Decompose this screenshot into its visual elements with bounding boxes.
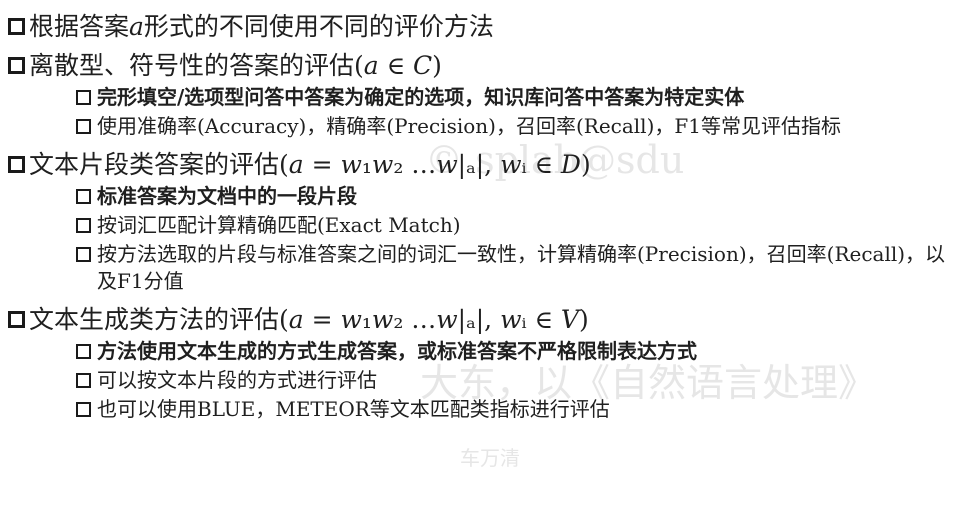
- square-bullet-icon: [8, 156, 25, 173]
- sub-bullet-token-overlap: 按方法选取的片段与标准答案之间的词汇一致性，计算精确率(Precision)，召…: [76, 241, 950, 295]
- square-bullet-icon: [76, 218, 91, 233]
- square-bullet-icon: [76, 402, 91, 417]
- bullet-text: 可以按文本片段的方式进行评估: [97, 368, 377, 392]
- sub-bullet-exact-match: 按词汇匹配计算精确匹配(Exact Match): [76, 212, 950, 239]
- square-bullet-icon: [8, 18, 25, 35]
- square-bullet-icon: [8, 57, 25, 74]
- bullet-text: 完形填空/选项型问答中答案为确定的选项，知识库问答中答案为特定实体: [97, 85, 745, 109]
- sub-bullet-span-style-evaluation: 可以按文本片段的方式进行评估: [76, 367, 950, 394]
- square-bullet-icon: [76, 373, 91, 388]
- watermark-author: 车万清: [460, 446, 520, 470]
- sub-bullet-gold-span: 标准答案为文档中的一段片段: [76, 183, 950, 210]
- sub-bullet-free-form-generation: 方法使用文本生成的方式生成答案，或标准答案不严格限制表达方式: [76, 338, 950, 365]
- square-bullet-icon: [76, 189, 91, 204]
- sub-bullet-cloze-kbqa: 完形填空/选项型问答中答案为确定的选项，知识库问答中答案为特定实体: [76, 84, 950, 111]
- bullet-text: 标准答案为文档中的一段片段: [97, 184, 357, 208]
- bullet-text: 也可以使用BLUE，METEOR等文本匹配类指标进行评估: [97, 397, 610, 421]
- square-bullet-icon: [76, 247, 91, 262]
- slide: © splab@sdu 大东，以《自然语言处理》 车万清 根据答案𝑎形式的不同使…: [0, 0, 964, 531]
- bullet-evaluation-by-answer-form: 根据答案𝑎形式的不同使用不同的评价方法: [6, 10, 950, 43]
- bullet-generation-evaluation: 文本生成类方法的评估(𝑎 = 𝑤₁𝑤₂ …𝑤|ₐ|, 𝑤ᵢ ∈ 𝑉): [6, 303, 950, 336]
- bullet-discrete-answer-evaluation: 离散型、符号性的答案的评估(𝑎 ∈ 𝐶): [6, 49, 950, 82]
- sub-bullet-accuracy-metrics: 使用准确率(Accuracy)，精确率(Precision)，召回率(Recal…: [76, 113, 950, 140]
- bullet-text: 使用准确率(Accuracy)，精确率(Precision)，召回率(Recal…: [97, 114, 841, 138]
- bullet-text: 按词汇匹配计算精确匹配(Exact Match): [97, 213, 461, 237]
- square-bullet-icon: [8, 311, 25, 328]
- square-bullet-icon: [76, 90, 91, 105]
- bullet-span-answer-evaluation: 文本片段类答案的评估(𝑎 = 𝑤₁𝑤₂ …𝑤|ₐ|, 𝑤ᵢ ∈ 𝐷): [6, 148, 950, 181]
- sub-bullet-bleu-meteor: 也可以使用BLUE，METEOR等文本匹配类指标进行评估: [76, 396, 950, 423]
- square-bullet-icon: [76, 119, 91, 134]
- bullet-text: 方法使用文本生成的方式生成答案，或标准答案不严格限制表达方式: [97, 339, 697, 363]
- bullet-text: 文本生成类方法的评估(𝑎 = 𝑤₁𝑤₂ …𝑤|ₐ|, 𝑤ᵢ ∈ 𝑉): [29, 305, 589, 334]
- bullet-text: 文本片段类答案的评估(𝑎 = 𝑤₁𝑤₂ …𝑤|ₐ|, 𝑤ᵢ ∈ 𝐷): [29, 150, 591, 179]
- bullet-text: 离散型、符号性的答案的评估(𝑎 ∈ 𝐶): [29, 51, 442, 80]
- square-bullet-icon: [76, 344, 91, 359]
- bullet-text: 根据答案𝑎形式的不同使用不同的评价方法: [29, 12, 494, 41]
- bullet-text: 按方法选取的片段与标准答案之间的词汇一致性，计算精确率(Precision)，召…: [97, 242, 946, 293]
